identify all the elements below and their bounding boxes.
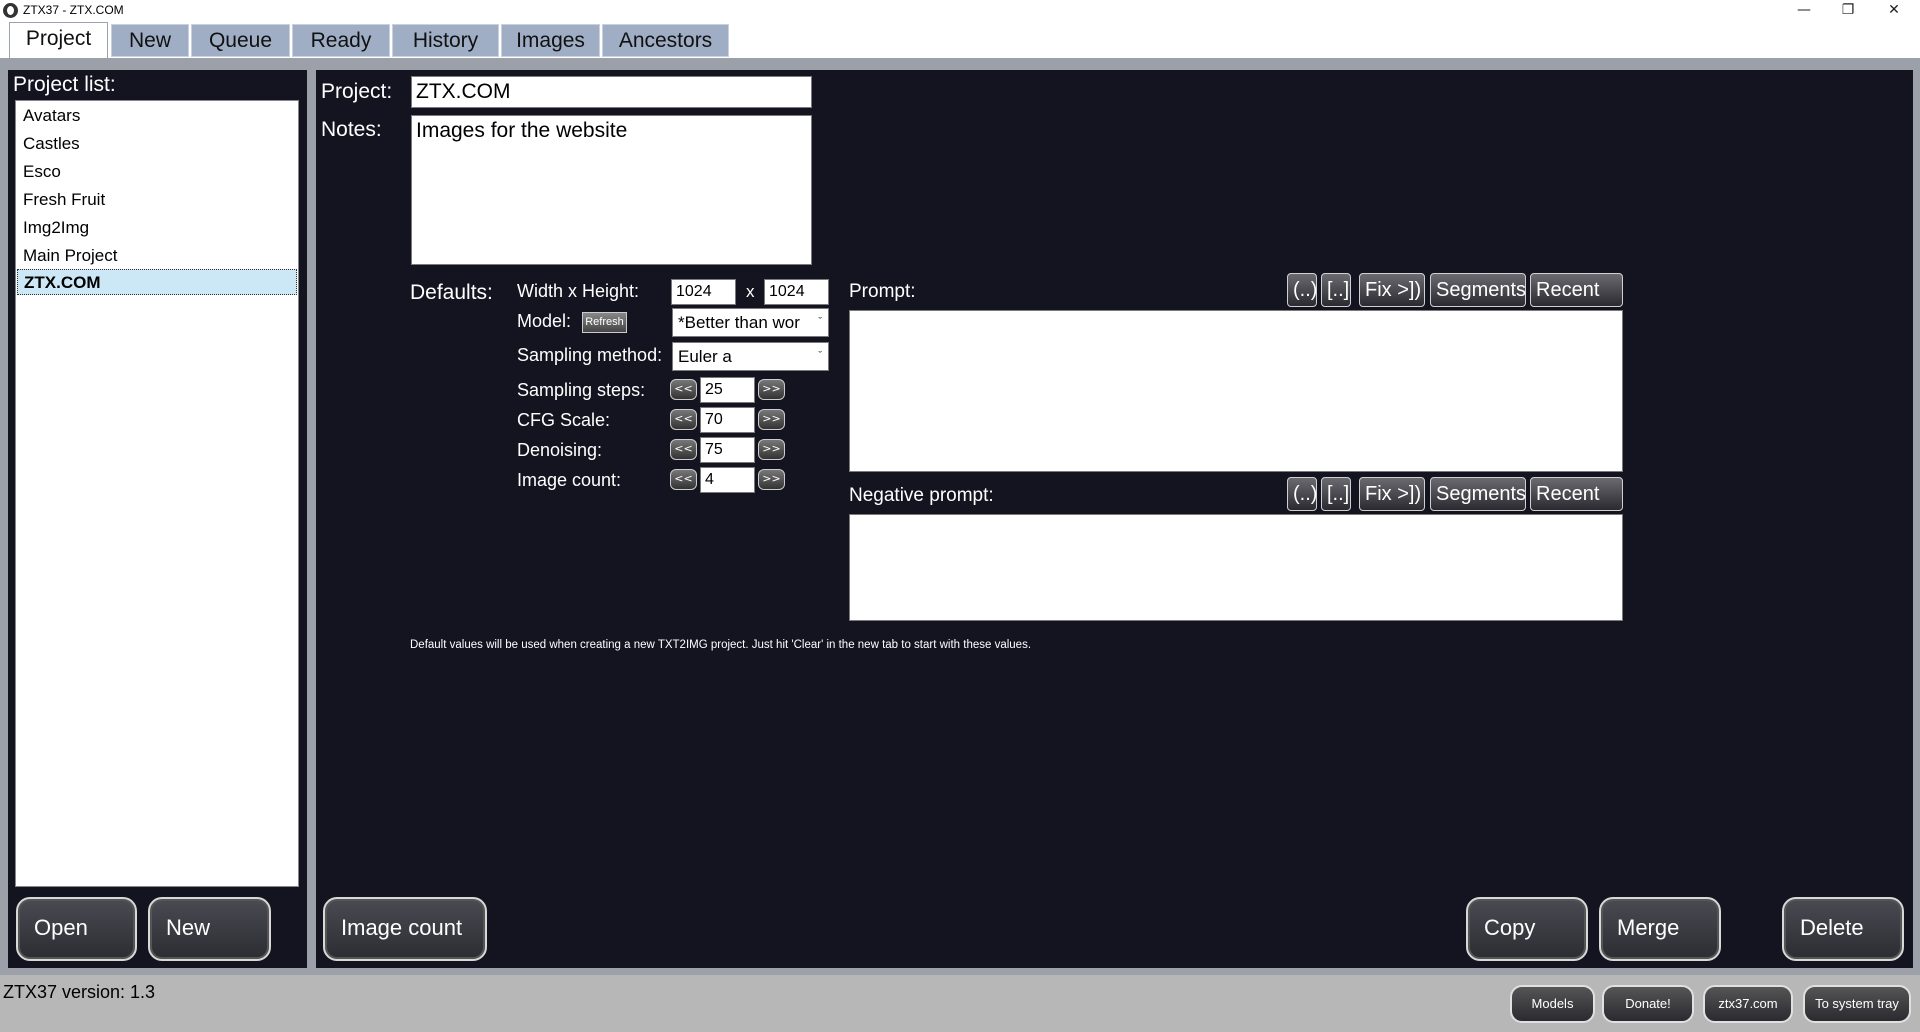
donate-button[interactable]: Donate! [1602,985,1694,1023]
denoising-input[interactable]: 75 [700,437,755,463]
denoising-label: Denoising: [517,440,603,460]
prompt-recent-button[interactable]: Recent [1530,273,1623,307]
models-button[interactable]: Models [1510,985,1595,1023]
tab-history[interactable]: History [392,24,499,57]
denoising-decrease-button[interactable]: << [670,439,697,460]
prompt-toolbar: (..) [..] Fix >]) Segments Recent [1287,273,1623,307]
project-name-input[interactable]: ZTX.COM [411,76,812,108]
tab-ready[interactable]: Ready [292,24,390,57]
tab-project[interactable]: Project [9,22,108,58]
prompt-paren-button[interactable]: (..) [1287,273,1317,307]
sampling-steps-increase-button[interactable]: >> [758,379,785,400]
notes-textarea[interactable]: Images for the website [411,115,812,265]
sampling-steps-decrease-button[interactable]: << [670,379,697,400]
prompt-label: Prompt: [849,281,916,302]
delete-button[interactable]: Delete [1782,897,1904,961]
negative-prompt-toolbar: (..) [..] Fix >]) Segments Recent [1287,477,1623,511]
chevron-down-icon: ˇ [818,350,822,362]
image-count-label: Image count: [517,470,622,490]
prompt-bracket-button[interactable]: [..] [1321,273,1351,307]
image-count-decrease-button[interactable]: << [670,469,697,490]
sampling-steps-label: Sampling steps: [517,380,646,400]
title-bar: ZTX37 - ZTX.COM — ❐ ✕ [0,0,1920,22]
list-item[interactable]: Fresh Fruit [21,187,293,213]
version-text: ZTX37 version: 1.3 [3,982,156,1002]
negative-prompt-recent-button[interactable]: Recent [1530,477,1623,511]
size-separator: x [746,282,755,301]
size-label: Width x Height: [517,281,640,301]
height-input[interactable]: 1024 [764,279,829,305]
image-count-button[interactable]: Image count [323,897,487,961]
list-item[interactable]: Esco [21,159,293,185]
model-select-value: *Better than wor [678,313,800,332]
negative-prompt-segments-button[interactable]: Segments [1430,477,1526,511]
sampling-method-value: Euler a [678,347,732,366]
defaults-note: Default values will be used when creatin… [410,639,1032,651]
close-icon[interactable]: ✕ [1872,0,1916,22]
list-item[interactable]: Avatars [21,103,293,129]
window-title: ZTX37 - ZTX.COM [23,3,124,17]
tab-queue[interactable]: Queue [191,24,290,57]
project-list[interactable]: Avatars Castles Esco Fresh Fruit Img2Img… [15,100,299,887]
width-input[interactable]: 1024 [671,279,736,305]
project-label: Project: [321,80,393,103]
prompt-textarea[interactable] [849,310,1623,472]
negative-prompt-label: Negative prompt: [849,485,994,506]
cfg-scale-label: CFG Scale: [517,410,611,430]
minimize-icon[interactable]: — [1782,0,1826,22]
image-count-increase-button[interactable]: >> [758,469,785,490]
copy-button[interactable]: Copy [1466,897,1588,961]
model-select[interactable]: *Better than wor ˇ [672,308,829,337]
chevron-down-icon: ˇ [818,316,822,328]
notes-label: Notes: [321,118,382,141]
sampling-method-select[interactable]: Euler a ˇ [672,342,829,371]
cfg-scale-decrease-button[interactable]: << [670,409,697,430]
prompt-fix-button[interactable]: Fix >]) [1359,273,1425,307]
tab-new[interactable]: New [111,24,189,57]
tab-bar: Project New Queue Ready History Images A… [0,22,1920,58]
negative-prompt-paren-button[interactable]: (..) [1287,477,1317,511]
defaults-label: Defaults: [410,281,493,304]
website-button[interactable]: ztx37.com [1703,985,1793,1023]
image-count-input[interactable]: 4 [700,467,755,493]
project-list-title: Project list: [13,73,116,96]
open-button[interactable]: Open [16,897,137,961]
new-project-button[interactable]: New [148,897,271,961]
list-item[interactable]: Img2Img [21,215,293,241]
denoising-increase-button[interactable]: >> [758,439,785,460]
negative-prompt-textarea[interactable] [849,514,1623,621]
negative-prompt-bracket-button[interactable]: [..] [1321,477,1351,511]
model-label: Model: [517,311,572,331]
tab-images[interactable]: Images [501,24,600,57]
restore-icon[interactable]: ❐ [1826,0,1870,22]
merge-button[interactable]: Merge [1599,897,1721,961]
cfg-scale-input[interactable]: 70 [700,407,755,433]
tab-ancestors[interactable]: Ancestors [602,24,729,57]
sampling-method-label: Sampling method: [517,345,663,365]
list-item[interactable]: Castles [21,131,293,157]
sampling-steps-input[interactable]: 25 [700,377,755,403]
list-item[interactable]: Main Project [21,243,293,269]
app-logo-icon [3,3,18,18]
refresh-button[interactable]: Refresh [582,312,627,333]
negative-prompt-fix-button[interactable]: Fix >]) [1359,477,1425,511]
cfg-scale-increase-button[interactable]: >> [758,409,785,430]
list-item-selected[interactable]: ZTX.COM [17,269,297,295]
system-tray-button[interactable]: To system tray [1803,985,1911,1023]
prompt-segments-button[interactable]: Segments [1430,273,1526,307]
